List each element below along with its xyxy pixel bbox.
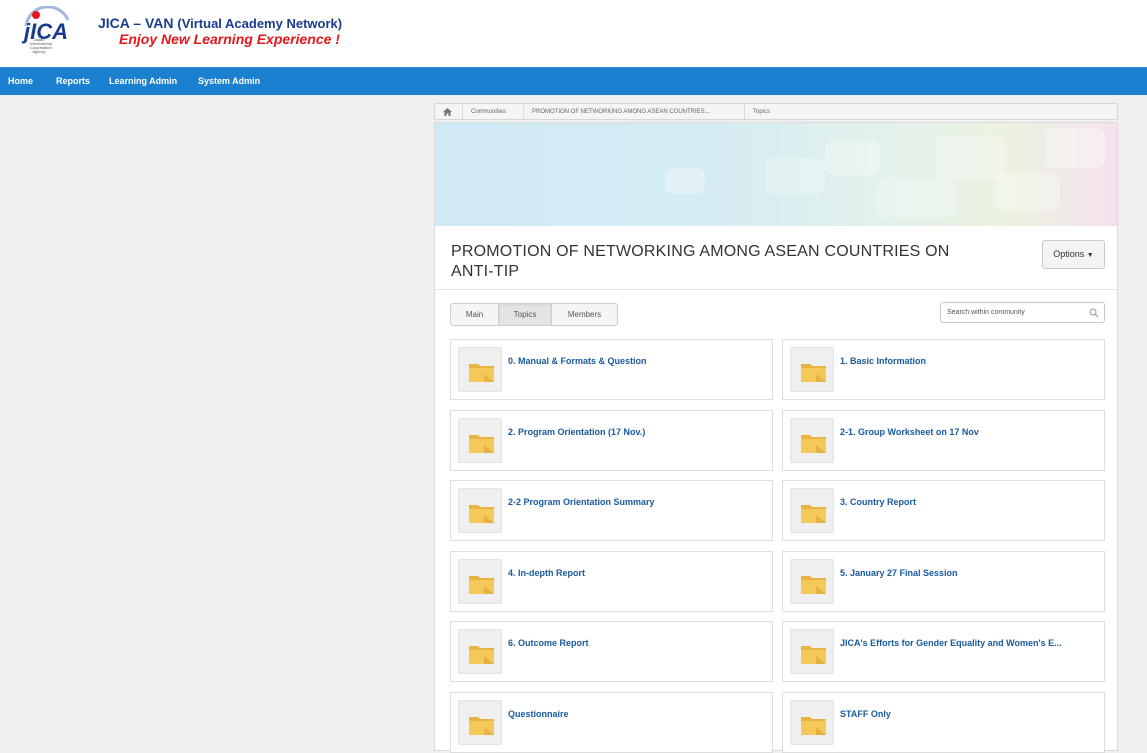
caret-down-icon: ▼ [1086,252,1094,259]
folder-icon [801,575,826,594]
folder-icon [801,716,826,735]
breadcrumb-separator [462,105,463,119]
site-title-rest: (Virtual Academy Network) [177,16,343,31]
logo-subtitle: Japan International Cooperation Agency [30,37,53,54]
topic-card[interactable]: 2-2 Program Orientation Summary [450,480,773,541]
breadcrumb-topics: Topics [753,109,771,115]
banner-bubble [995,173,1060,211]
banner-bubble [825,141,880,175]
tab-main[interactable]: Main [451,304,498,325]
banner-bubble [935,135,1005,179]
folder-thumbnail [458,558,502,604]
topic-card[interactable]: JICA's Efforts for Gender Equality and W… [782,621,1105,682]
breadcrumb-separator [744,105,745,119]
topic-title[interactable]: JICA's Efforts for Gender Equality and W… [840,638,1098,648]
folder-thumbnail [458,347,502,392]
topic-card[interactable]: 0. Manual & Formats & Question [450,339,773,400]
home-icon[interactable] [443,108,452,116]
breadcrumb-separator [523,105,524,119]
topic-title[interactable]: 0. Manual & Formats & Question [508,356,766,366]
folder-icon [469,434,494,453]
topic-title[interactable]: 6. Outcome Report [508,638,766,648]
folder-thumbnail [790,347,834,392]
topic-title[interactable]: 5. January 27 Final Session [840,568,1098,578]
banner-bubble [875,178,955,218]
folder-icon [469,716,494,735]
tab-topics[interactable]: Topics [499,304,551,325]
topic-title[interactable]: 2-2 Program Orientation Summary [508,497,766,507]
topic-card[interactable]: 4. In-depth Report [450,550,773,612]
site-tagline: Enjoy New Learning Experience ! [119,31,340,47]
community-search-input[interactable]: Search within community [940,302,1105,323]
options-label: Options [1053,249,1085,259]
nav-reports[interactable]: Reports [56,76,90,86]
topic-card[interactable]: 5. January 27 Final Session [782,550,1105,612]
breadcrumb: Communities PROMOTION OF NETWORKING AMON… [434,103,1118,120]
topic-card[interactable]: 6. Outcome Report [450,621,773,682]
folder-thumbnail [458,699,502,745]
title-divider [435,289,1117,290]
nav-home[interactable]: Home [8,76,33,86]
topic-title[interactable]: 4. In-depth Report [508,568,766,578]
folder-icon [801,364,826,382]
topic-card[interactable]: 2-1. Group Worksheet on 17 Nov [782,409,1105,471]
site-title-main: JICA – VAN [98,15,174,31]
options-button[interactable]: Options ▼ [1042,240,1105,269]
topic-title[interactable]: 2. Program Orientation (17 Nov.) [508,427,766,437]
topic-card[interactable]: 2. Program Orientation (17 Nov.) [450,409,773,471]
topic-title[interactable]: STAFF Only [840,709,1098,719]
topic-title[interactable]: Questionnaire [508,709,766,719]
main-navbar: Home Reports Learning Admin System Admin [0,67,1147,95]
folder-icon [801,434,826,453]
community-banner [435,123,1117,226]
topic-card[interactable]: STAFF Only [782,691,1105,753]
breadcrumb-community[interactable]: PROMOTION OF NETWORKING AMONG ASEAN COUN… [532,109,710,115]
folder-thumbnail [458,629,502,674]
site-title: JICA – VAN (Virtual Academy Network) [98,15,342,31]
folder-icon [469,646,494,664]
banner-bubble [665,168,705,194]
folder-thumbnail [790,417,834,463]
search-placeholder: Search within community [947,309,1025,316]
topic-title[interactable]: 2-1. Group Worksheet on 17 Nov [840,427,1098,437]
topic-card[interactable]: 1. Basic Information [782,339,1105,400]
topic-card[interactable]: Questionnaire [450,691,773,753]
nav-learning-admin[interactable]: Learning Admin [109,76,177,86]
folder-thumbnail [790,629,834,674]
breadcrumb-communities[interactable]: Communities [471,109,506,115]
folder-thumbnail [458,488,502,533]
community-title: PROMOTION OF NETWORKING AMONG ASEAN COUN… [451,243,950,280]
topic-title[interactable]: 1. Basic Information [840,356,1098,366]
search-icon[interactable] [1089,308,1099,318]
nav-system-admin[interactable]: System Admin [198,76,260,86]
topic-card[interactable]: 3. Country Report [782,480,1105,541]
banner-bubble [1045,128,1105,168]
community-tabs: Main Topics Members [450,303,618,326]
community-panel: PROMOTION OF NETWORKING AMONG ASEAN COUN… [434,122,1118,753]
folder-icon [469,505,494,523]
site-header: jICA Japan International Cooperation Age… [0,0,1147,67]
banner-bubble [765,158,825,194]
folder-thumbnail [790,488,834,533]
folder-thumbnail [790,699,834,745]
folder-icon [801,505,826,523]
folder-icon [801,646,826,664]
folder-thumbnail [458,417,502,463]
main-content: Communities PROMOTION OF NETWORKING AMON… [431,103,1119,753]
folder-thumbnail [790,558,834,604]
tab-members[interactable]: Members [552,304,617,325]
folder-icon [469,575,494,594]
topic-title[interactable]: 3. Country Report [840,497,1098,507]
folder-icon [469,364,494,382]
